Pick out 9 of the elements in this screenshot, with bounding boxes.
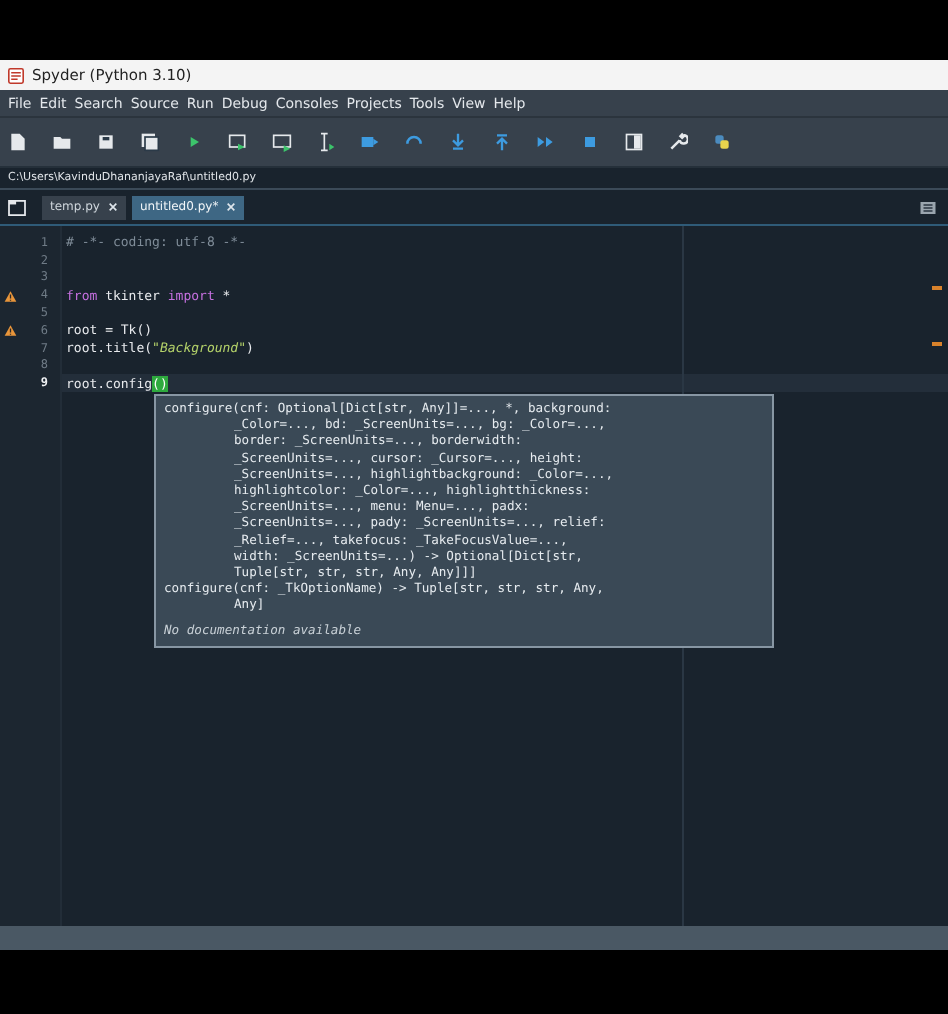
wrench-icon[interactable] [668,132,688,152]
close-icon[interactable] [226,202,237,212]
menu-icon[interactable] [920,201,936,213]
stop-icon[interactable] [580,132,600,152]
file-icon[interactable] [8,132,28,152]
close-icon[interactable] [107,202,118,212]
app-logo-icon [8,67,24,83]
save-icon[interactable] [96,132,116,152]
folder-icon[interactable] [52,132,72,152]
